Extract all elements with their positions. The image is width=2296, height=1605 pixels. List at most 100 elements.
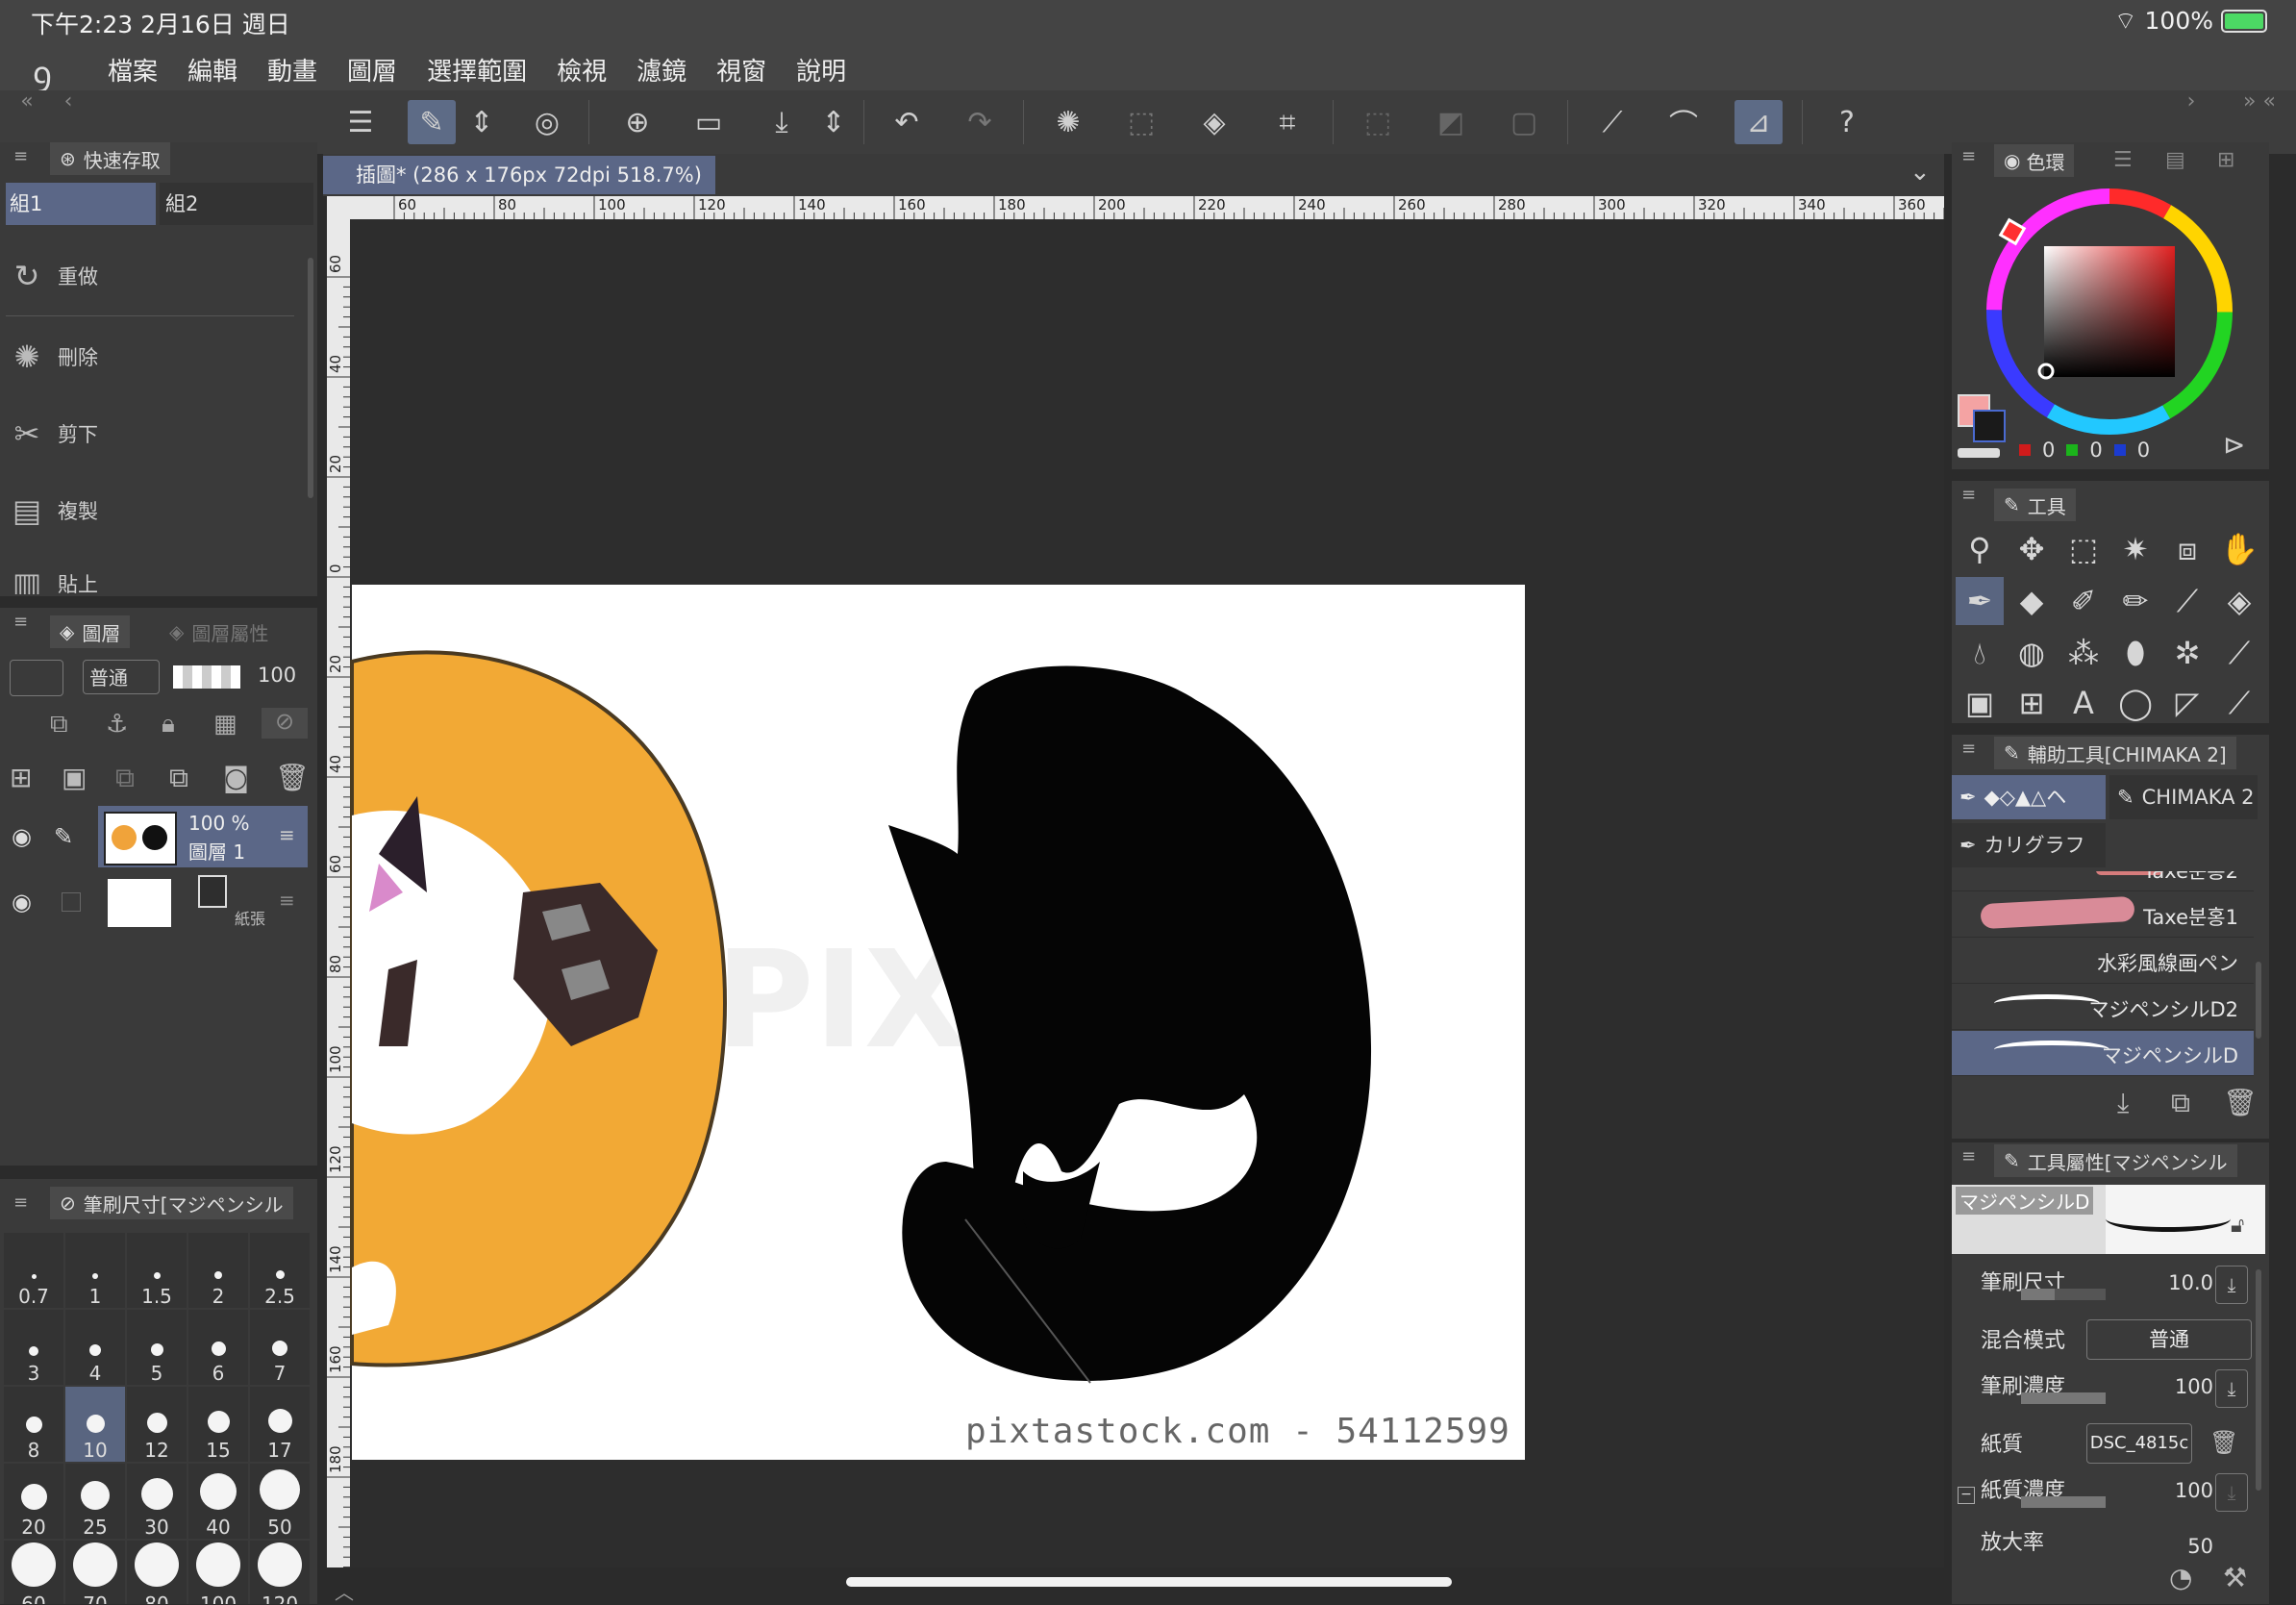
menu-item-6[interactable]: 濾鏡: [636, 52, 686, 88]
blend-tool-icon[interactable]: 💧︎: [1956, 629, 2004, 677]
brush-size-cell[interactable]: 70: [65, 1541, 125, 1604]
brush-size-cell[interactable]: 120: [250, 1541, 310, 1604]
updown-icon-2[interactable]: ⇕: [819, 100, 848, 144]
layer-property-tab[interactable]: ◈ 圖層屬性: [160, 615, 279, 648]
tab-dropdown-icon[interactable]: ⌄: [1909, 158, 1931, 187]
duplicate-subtool-icon[interactable]: ⧉: [2171, 1087, 2190, 1119]
brush-density-value[interactable]: 100: [2175, 1375, 2213, 1398]
brush-size-cell[interactable]: 7: [250, 1310, 310, 1385]
airbrush-tool-icon[interactable]: ⟋: [2163, 577, 2211, 625]
panel-menu-icon-property[interactable]: ≡: [1961, 1146, 1976, 1166]
layer-color-toggle[interactable]: [10, 660, 63, 696]
eye-icon[interactable]: ◉: [12, 823, 32, 850]
menu-item-7[interactable]: 視窗: [716, 52, 766, 88]
quick-access-icon[interactable]: ◎: [523, 100, 571, 144]
brush-size-tab[interactable]: ⊘ 筆刷尺寸[マジペンシル: [50, 1187, 293, 1219]
updown-icon[interactable]: ⇕: [467, 100, 496, 144]
decoration-tool-icon[interactable]: ⁂: [2059, 629, 2108, 677]
fill-tool-icon[interactable]: ◈: [2215, 577, 2263, 625]
layer-menu-icon[interactable]: ≡: [279, 823, 295, 846]
merge-down-icon[interactable]: ⧉: [115, 762, 135, 794]
group-tab-1[interactable]: 組1: [6, 183, 156, 225]
invert-select-icon[interactable]: ◩: [1427, 100, 1475, 144]
brush-size-cell[interactable]: 2.5: [250, 1233, 310, 1308]
brush-density-property[interactable]: 筆刷濃度 100 ⤓: [1965, 1364, 2254, 1410]
snap-ruler-icon[interactable]: ⟋: [1588, 100, 1636, 144]
tool-property-tab[interactable]: ✎ 工具屬性[マジペンシル: [1994, 1144, 2237, 1177]
arrow-left-icon[interactable]: ‹: [54, 87, 83, 115]
menu-item-8[interactable]: 說明: [796, 52, 846, 88]
brush-size-cell[interactable]: 6: [188, 1310, 248, 1385]
menu-item-0[interactable]: 檔案: [108, 52, 158, 88]
delete-layer-icon[interactable]: 🗑︎: [275, 762, 310, 793]
selection-border-icon[interactable]: ▢: [1500, 100, 1548, 144]
lock-icon-preview[interactable]: 🔓︎: [2231, 1214, 2244, 1238]
layer-tab[interactable]: ◈ 圖層: [50, 615, 131, 648]
brush-size-value[interactable]: 10.0: [2168, 1271, 2213, 1294]
color-mode-icon[interactable]: ⊳: [2223, 429, 2245, 461]
brush-item-watercolor-line[interactable]: 水彩風線画ペン: [1952, 939, 2254, 984]
clear-item[interactable]: ✺ 刪除: [10, 339, 98, 375]
subtool-group-1[interactable]: ✒ ◆◇▲△ヘ: [1952, 775, 2106, 819]
pencil-tool-icon[interactable]: ✐: [2059, 577, 2108, 625]
color-wheel[interactable]: [1981, 183, 2238, 440]
canvas-artwork[interactable]: PIX pixtastock.com - 54112599: [350, 219, 1944, 1567]
collapse-right-icon[interactable]: » «: [2231, 87, 2288, 115]
brush-size-cell[interactable]: 15: [188, 1387, 248, 1462]
settings-wrench-icon[interactable]: ⚒: [2223, 1562, 2247, 1593]
brush-item-majipencil-d2[interactable]: マジペンシルD2: [1952, 985, 2254, 1030]
brush-item-taxe2[interactable]: Taxe분홍2: [1952, 871, 2254, 891]
quick-access-tab[interactable]: ⊛ 快速存取: [50, 142, 170, 175]
frame-tool-icon[interactable]: ⊞: [2008, 679, 2056, 727]
brush-size-cell[interactable]: 12: [127, 1387, 187, 1462]
color-set-tab-icon[interactable]: ▤: [2165, 148, 2185, 172]
brush-density-pressure-icon[interactable]: ⤓: [2215, 1369, 2248, 1408]
document-tab[interactable]: 插圖* (286 x 176px 72dpi 518.7%): [323, 156, 715, 194]
arrow-right-icon[interactable]: ›: [2177, 87, 2206, 115]
pen-tool-icon[interactable]: ✒: [1956, 577, 2004, 625]
transform-icon[interactable]: ⬚: [1117, 100, 1165, 144]
selection-tool-icon[interactable]: ⬚: [2059, 525, 2108, 573]
brush-size-cell[interactable]: 80: [127, 1541, 187, 1604]
subtool-group-3[interactable]: ✒ カリグラフ: [1952, 823, 2106, 867]
edit-checkbox[interactable]: [62, 892, 81, 912]
crop-icon[interactable]: ⌗: [1263, 100, 1311, 144]
undo-icon[interactable]: ↶: [883, 100, 931, 144]
scrollbar[interactable]: [308, 258, 313, 498]
layer-row-1[interactable]: ◉ ✎ 100 % 圖層 1 ≡: [0, 806, 310, 867]
menu-icon[interactable]: ☰: [337, 100, 385, 144]
brush-size-cell[interactable]: 3: [4, 1310, 63, 1385]
paste-item[interactable]: ▥ 貼上: [10, 565, 98, 594]
brush-size-cell[interactable]: 50: [250, 1464, 310, 1539]
eyedropper-tool-icon[interactable]: ⟋: [2215, 629, 2263, 677]
brush-size-cell[interactable]: 100: [188, 1541, 248, 1604]
scale-value[interactable]: 50: [2187, 1535, 2213, 1558]
snap-grid-icon[interactable]: ⊿: [1734, 100, 1783, 144]
brush-size-cell[interactable]: 4: [65, 1310, 125, 1385]
panel-menu-icon-brushsize[interactable]: ≡: [13, 1192, 28, 1213]
collapse-left-icon[interactable]: «: [8, 87, 46, 115]
group-tab-2[interactable]: 組2: [160, 183, 313, 225]
pencil-icon[interactable]: ✎: [54, 823, 73, 850]
panel-menu-icon-layers[interactable]: ≡: [13, 612, 28, 632]
move-tool-icon[interactable]: ✥: [2008, 525, 2056, 573]
fill-bucket-tool-icon[interactable]: ⬮: [2111, 629, 2159, 677]
hand-tool-icon[interactable]: ✋: [2215, 525, 2263, 573]
paper-texture-property[interactable]: 紙質 DSC_4815c 🗑︎: [1965, 1421, 2254, 1467]
layer-mask-icon[interactable]: ◙: [223, 762, 249, 793]
transparent-color-swatch[interactable]: [1958, 448, 2000, 458]
gradient-tool-icon[interactable]: ▣: [1956, 679, 2004, 727]
brush-size-cell[interactable]: 5: [127, 1310, 187, 1385]
balloon-tool-icon[interactable]: ◯: [2111, 679, 2159, 727]
color-wheel-tab[interactable]: ◉ 色環: [1994, 144, 2075, 177]
duplicate-layer-icon[interactable]: ⧉: [169, 762, 188, 794]
blend-mode-property[interactable]: 混合模式 普通: [1965, 1317, 2254, 1364]
zoom-tool-icon[interactable]: ⚲: [1956, 525, 2004, 573]
brush-size-cell[interactable]: 20: [4, 1464, 63, 1539]
panel-menu-icon-subtool[interactable]: ≡: [1961, 739, 1976, 759]
brush-size-cell[interactable]: 17: [250, 1387, 310, 1462]
text-tool-icon[interactable]: A: [2059, 679, 2108, 727]
subtool-scrollbar[interactable]: [2256, 962, 2261, 1039]
brush-tool-icon[interactable]: ✏: [2111, 577, 2159, 625]
scale-property[interactable]: 放大率 50: [1965, 1519, 2254, 1558]
